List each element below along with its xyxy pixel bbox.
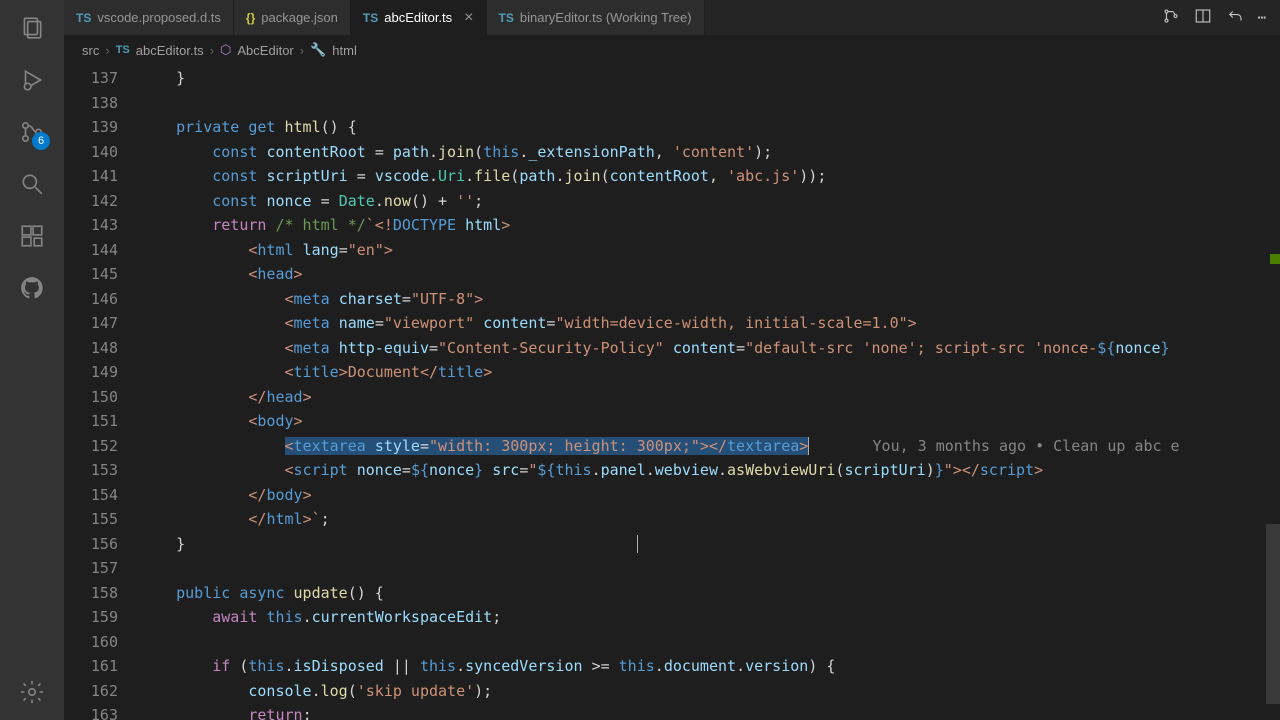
ts-icon: TS xyxy=(499,11,514,25)
chevron-right-icon: › xyxy=(300,43,304,58)
tab-package-json[interactable]: {} package.json xyxy=(234,0,351,35)
activity-bar: 6 xyxy=(0,0,64,720)
tab-abceditor[interactable]: TS abcEditor.ts × xyxy=(351,0,487,35)
code-editor[interactable]: 1371381391401411421431441451461471481491… xyxy=(64,64,1280,720)
chevron-right-icon: › xyxy=(210,43,214,58)
line-gutter: 1371381391401411421431441451461471481491… xyxy=(64,64,140,720)
tab-actions: ⋯ xyxy=(1162,0,1280,35)
ts-icon: TS xyxy=(363,11,378,25)
minimap-slider[interactable] xyxy=(1266,524,1280,704)
github-icon[interactable] xyxy=(8,264,56,312)
scm-icon[interactable]: 6 xyxy=(8,108,56,156)
close-icon[interactable]: × xyxy=(464,9,473,27)
split-icon[interactable] xyxy=(1194,7,1212,29)
scm-badge: 6 xyxy=(32,132,50,150)
breadcrumb-class[interactable]: AbcEditor xyxy=(237,43,293,58)
tab-label: vscode.proposed.d.ts xyxy=(97,10,221,25)
minimap-marker xyxy=(1270,254,1280,264)
extensions-icon[interactable] xyxy=(8,212,56,260)
breadcrumb-member[interactable]: html xyxy=(332,43,357,58)
editor-area: TS vscode.proposed.d.ts {} package.json … xyxy=(64,0,1280,720)
tab-binaryeditor[interactable]: TS binaryEditor.ts (Working Tree) xyxy=(487,0,705,35)
ts-icon: TS xyxy=(76,11,91,25)
tab-vscode-proposed[interactable]: TS vscode.proposed.d.ts xyxy=(64,0,234,35)
tab-bar: TS vscode.proposed.d.ts {} package.json … xyxy=(64,0,1280,36)
breadcrumb-file[interactable]: abcEditor.ts xyxy=(136,43,204,58)
tab-label: package.json xyxy=(261,10,338,25)
wrench-icon: 🔧 xyxy=(310,42,326,58)
minimap[interactable] xyxy=(1266,64,1280,720)
ts-icon: TS xyxy=(116,44,130,56)
breadcrumb[interactable]: src › TS abcEditor.ts › ⬡ AbcEditor › 🔧 … xyxy=(64,36,1280,64)
settings-icon[interactable] xyxy=(8,668,56,716)
tab-label: binaryEditor.ts (Working Tree) xyxy=(520,10,692,25)
code-content[interactable]: } private get html() { const contentRoot… xyxy=(140,64,1280,720)
class-icon: ⬡ xyxy=(220,42,231,58)
chevron-right-icon: › xyxy=(105,43,109,58)
breadcrumb-folder[interactable]: src xyxy=(82,43,99,58)
more-icon[interactable]: ⋯ xyxy=(1258,10,1266,26)
run-icon[interactable] xyxy=(8,56,56,104)
tab-label: abcEditor.ts xyxy=(384,10,452,25)
search-icon[interactable] xyxy=(8,160,56,208)
go-back-icon[interactable] xyxy=(1226,7,1244,29)
explorer-icon[interactable] xyxy=(8,4,56,52)
json-icon: {} xyxy=(246,11,255,25)
compare-icon[interactable] xyxy=(1162,7,1180,29)
